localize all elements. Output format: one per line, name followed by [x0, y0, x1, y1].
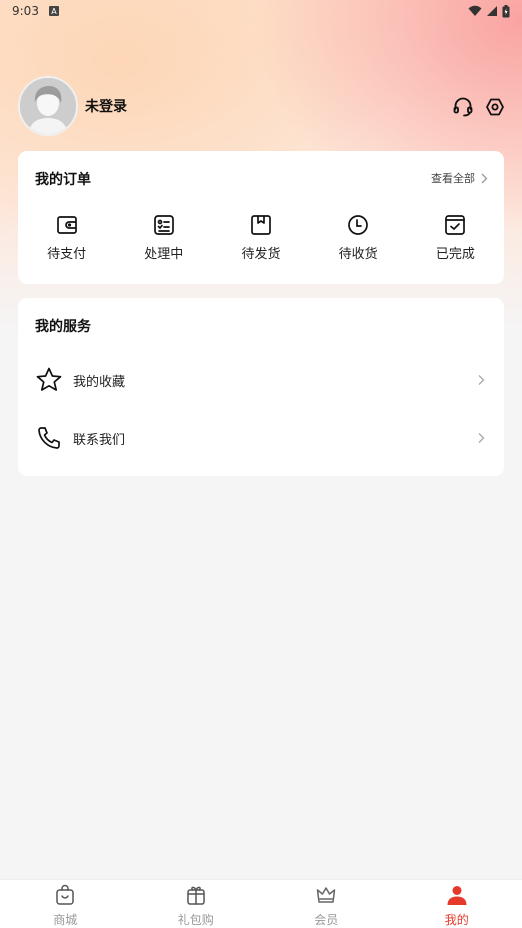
star-icon — [36, 367, 62, 391]
phone-icon — [38, 427, 60, 449]
package-icon — [251, 215, 271, 235]
phone-icon-wrapper — [35, 424, 63, 452]
shopping-bag-icon — [56, 884, 74, 905]
order-pending-payment[interactable]: 待支付 — [18, 213, 115, 262]
signal-icon — [487, 6, 497, 16]
tab-label: 我的 — [444, 913, 469, 927]
tab-label: 会员 — [314, 913, 339, 927]
services-title: 我的服务 — [35, 319, 91, 335]
chevron-right-icon — [481, 173, 488, 183]
order-item-label: 处理中 — [144, 247, 184, 262]
tab-member[interactable]: 会员 — [261, 880, 392, 928]
star-icon-wrapper — [35, 366, 63, 394]
wallet-icon — [56, 216, 77, 234]
header-actions — [452, 96, 506, 118]
order-item-label: 待发货 — [241, 247, 281, 262]
view-all-orders-link[interactable]: 查看全部 — [431, 170, 488, 186]
chevron-right-icon — [478, 433, 485, 443]
tab-label: 商城 — [53, 913, 78, 927]
order-awaiting-shipment[interactable]: 待发货 — [212, 213, 309, 262]
settings-button[interactable] — [484, 96, 506, 118]
headset-icon — [453, 97, 473, 117]
default-avatar-icon — [20, 78, 76, 134]
battery-icon — [502, 4, 510, 17]
view-all-label: 查看全部 — [431, 172, 475, 185]
order-completed[interactable]: 已完成 — [407, 213, 504, 262]
checkbox-icon — [445, 215, 466, 235]
customer-service-button[interactable] — [452, 96, 474, 118]
clock-icon — [348, 215, 369, 235]
services-card: 我的服务 我的收藏 联系我们 — [18, 298, 504, 476]
status-time: 9:03 — [12, 4, 39, 18]
orders-card: 我的订单 查看全部 待支付 处理中 待发货 待收货 已完成 — [18, 151, 504, 284]
wifi-icon — [468, 5, 482, 16]
login-status-text[interactable]: 未登录 — [85, 96, 127, 116]
order-item-label: 已完成 — [435, 247, 475, 262]
settings-icon — [486, 98, 504, 116]
tab-gift-package[interactable]: 礼包购 — [131, 880, 262, 928]
avatar[interactable] — [18, 76, 78, 136]
chevron-right-icon — [478, 375, 485, 385]
order-processing[interactable]: 处理中 — [115, 213, 212, 262]
profile-area[interactable]: 未登录 — [18, 76, 127, 136]
tab-mall[interactable]: 商城 — [0, 880, 131, 928]
gift-icon — [187, 886, 205, 905]
order-item-label: 待支付 — [47, 247, 87, 262]
tab-mine[interactable]: 我的 — [392, 880, 522, 928]
service-item-label: 我的收藏 — [73, 374, 126, 390]
service-item-contact[interactable]: 联系我们 — [18, 418, 504, 458]
crown-icon — [317, 887, 336, 903]
status-bar: 9:03 A — [0, 0, 522, 22]
order-item-label: 待收货 — [338, 247, 378, 262]
service-item-favorites[interactable]: 我的收藏 — [18, 360, 504, 400]
service-item-label: 联系我们 — [73, 432, 126, 448]
orders-title: 我的订单 — [35, 172, 91, 188]
bottom-tab-bar: 商城 礼包购 会员 我的 — [0, 879, 522, 928]
notification-badge-icon: A — [48, 6, 59, 16]
form-icon — [153, 215, 174, 235]
tab-label: 礼包购 — [177, 913, 214, 927]
order-awaiting-receipt[interactable]: 待收货 — [310, 213, 407, 262]
person-icon — [447, 886, 467, 905]
order-status-row: 待支付 处理中 待发货 待收货 已完成 — [18, 213, 504, 262]
